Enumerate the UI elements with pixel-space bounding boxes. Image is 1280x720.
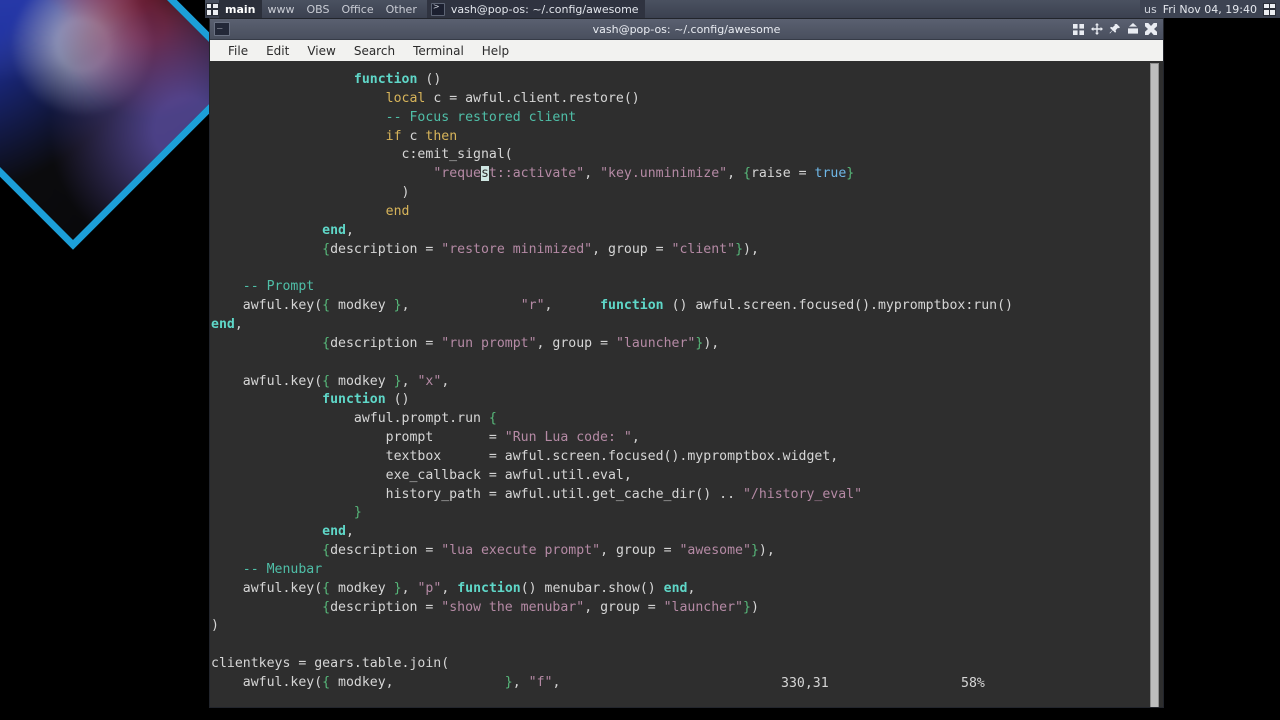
window-title: vash@pop-os: ~/.config/awesome (592, 22, 781, 36)
code-line: -- Menubar (242, 561, 323, 577)
code-line: if c then (385, 128, 458, 144)
editor-text[interactable]: function () local c = awful.client.resto… (210, 71, 1141, 693)
tasklist-item-label: vash@pop-os: ~/.config/awesome (450, 2, 639, 16)
code-line: awful.key({ modkey }, "r", function () a… (211, 298, 1021, 314)
sticky-button[interactable] (1090, 23, 1103, 36)
clock-widget[interactable]: Fri Nov 04, 19:40 (1163, 3, 1257, 16)
close-button[interactable] (1144, 23, 1157, 36)
layoutbox-icon[interactable] (1263, 2, 1276, 16)
window-titlebar[interactable]: vash@pop-os: ~/.config/awesome (210, 19, 1163, 40)
tasklist-item-terminal[interactable]: vash@pop-os: ~/.config/awesome (426, 0, 645, 18)
systray-area: us Fri Nov 04, 19:40 (1140, 0, 1280, 18)
code-line: awful.key({ modkey }, "p", function() me… (211, 580, 696, 596)
window-buttons (1072, 23, 1163, 36)
code-line: -- Focus restored client (385, 109, 577, 125)
code-line: {description = "run prompt", group = "la… (322, 335, 720, 351)
menu-bar: File Edit View Search Terminal Help (210, 40, 1163, 63)
maximize-button[interactable] (1126, 23, 1139, 36)
code-line: "request::activate", "key.unminimize", {… (433, 166, 855, 182)
cursor-position: 330,31 (781, 675, 829, 691)
code-line: -- Prompt (242, 279, 315, 295)
tag-other[interactable]: Other (380, 0, 423, 18)
code-line: {description = "restore minimized", grou… (322, 241, 759, 257)
code-line: end, (211, 316, 243, 332)
window-icon (214, 20, 230, 36)
code-line: ) (211, 618, 219, 634)
code-line: textbox = awful.screen.focused().mypromp… (211, 448, 839, 464)
code-line: end, (322, 524, 354, 540)
menu-item-search[interactable]: Search (346, 42, 403, 60)
tag-main[interactable]: main (219, 0, 262, 18)
code-line: clientkeys = gears.table.join( (211, 656, 450, 672)
code-line: exe_callback = awful.util.eval, (211, 467, 632, 483)
code-line: awful.prompt.run { (211, 411, 497, 427)
code-line: function () (322, 392, 410, 408)
scroll-percent: 58% (961, 675, 985, 691)
scrollbar-thumb[interactable] (1149, 63, 1159, 707)
tag-obs[interactable]: OBS (301, 0, 336, 18)
terminal-icon (430, 2, 445, 16)
menu-item-view[interactable]: View (299, 42, 343, 60)
code-line: prompt = "Run Lua code: ", (211, 430, 640, 446)
code-line: ) (211, 185, 410, 201)
layout-tile-icon[interactable] (205, 0, 219, 18)
terminal-window: vash@pop-os: ~/.config/awesome (209, 18, 1164, 708)
editor-status-line: 330,31 58% (711, 673, 1141, 693)
scrollbar[interactable] (1147, 61, 1161, 707)
wm-status-bar: main www OBS Office Other vash@pop-os: ~… (205, 0, 1280, 18)
code-line: } (353, 505, 362, 521)
code-line: awful.key({ modkey }, "x", (211, 373, 450, 389)
menu-item-edit[interactable]: Edit (258, 42, 297, 60)
code-line: local c = awful.client.restore() (385, 90, 640, 106)
code-line: c:emit_signal( (211, 147, 513, 163)
code-line: function () (353, 72, 442, 87)
code-line: {description = "show the menubar", group… (322, 599, 759, 615)
tag-www[interactable]: www (262, 0, 301, 18)
code-line: end, (322, 222, 354, 238)
menu-item-file[interactable]: File (220, 42, 256, 60)
keyboard-layout-indicator[interactable]: us (1144, 3, 1157, 16)
tag-office[interactable]: Office (336, 0, 380, 18)
code-line: {description = "lua execute prompt", gro… (322, 543, 775, 559)
screen: main www OBS Office Other vash@pop-os: ~… (0, 0, 1280, 720)
code-line: end (385, 203, 410, 219)
terminal-body[interactable]: function () local c = awful.client.resto… (210, 61, 1163, 707)
ontop-button[interactable] (1108, 23, 1121, 36)
menu-item-terminal[interactable]: Terminal (405, 42, 472, 60)
menu-item-help[interactable]: Help (474, 42, 517, 60)
floating-button[interactable] (1072, 23, 1085, 36)
code-line: history_path = awful.util.get_cache_dir(… (211, 486, 863, 502)
